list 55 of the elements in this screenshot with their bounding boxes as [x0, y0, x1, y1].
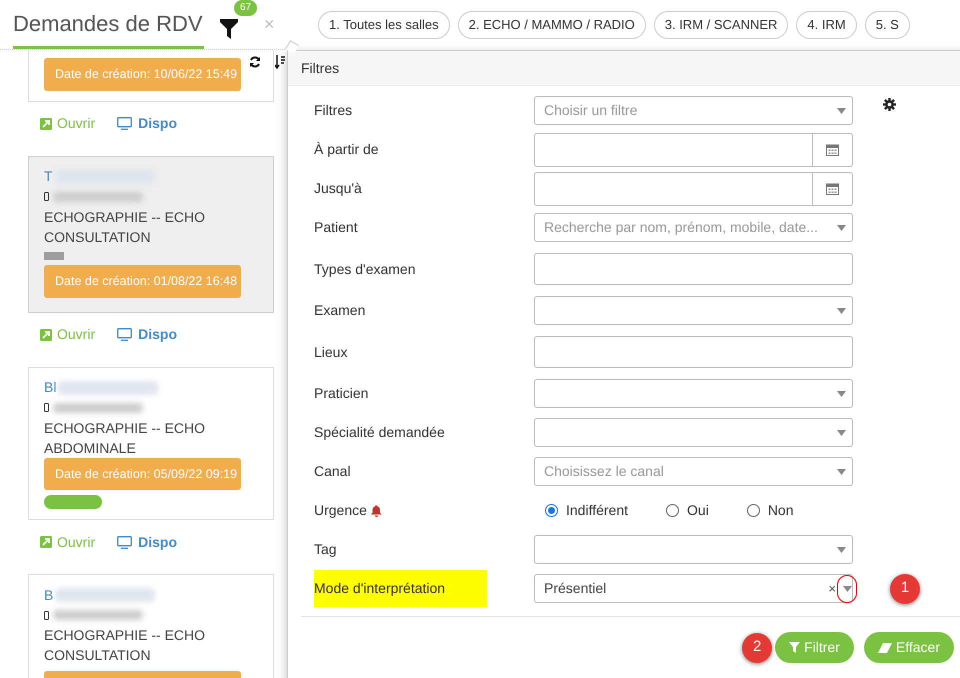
- open-link[interactable]: Ouvrir: [40, 532, 96, 553]
- field-label: Spécialité demandée: [314, 423, 445, 442]
- request-card[interactable]: B ECHOGRAPHIE -- ECHO CONSULTATION: [28, 574, 274, 678]
- field-label: Patient: [314, 218, 358, 237]
- patient-name[interactable]: T: [44, 166, 53, 188]
- room-tab[interactable]: 5. S: [864, 11, 910, 39]
- field-label: Lieux: [314, 342, 348, 362]
- room-tab[interactable]: 1. Toutes les salles: [318, 11, 450, 39]
- dispo-link[interactable]: Dispo: [117, 324, 178, 345]
- dispo-link[interactable]: Dispo: [117, 532, 178, 553]
- field-label: Jusqu'à: [314, 179, 362, 198]
- exam-text: ECHOGRAPHIE -- ECHO CONSULTATION: [44, 208, 206, 247]
- field-label: Filtres: [314, 101, 352, 120]
- count-badge: 67: [234, 0, 258, 16]
- exam-text: ECHOGRAPHIE -- ECHO CONSULTATION: [44, 626, 206, 666]
- close-button[interactable]: ×: [264, 15, 275, 33]
- open-link[interactable]: Ouvrir: [40, 113, 96, 134]
- open-link[interactable]: Ouvrir: [40, 324, 96, 345]
- select-placeholder: Choisir un filtre: [544, 101, 638, 120]
- field-label: Praticien: [314, 384, 368, 403]
- clear-button[interactable]: ×: [828, 578, 836, 598]
- patient-name[interactable]: Bl: [44, 377, 56, 398]
- patient-name[interactable]: B: [44, 584, 54, 606]
- creation-date-badge: Date de création: 10/06/22 15:49: [44, 58, 241, 91]
- select-field[interactable]: Choisissez le canal: [534, 457, 853, 486]
- room-tab[interactable]: 4. IRM: [796, 11, 857, 39]
- select-placeholder: Choisissez le canal: [544, 462, 665, 481]
- creation-date-badge: Date de création: 01/08/22 16:48: [44, 264, 241, 298]
- select-placeholder: Recherche par nom, prénom, mobile, date...: [544, 218, 819, 237]
- select-value: Présentiel: [544, 579, 608, 598]
- select-field[interactable]: Recherche par nom, prénom, mobile, date...: [534, 213, 853, 242]
- radio-option[interactable]: Oui: [666, 500, 709, 521]
- request-card[interactable]: Bl ECHOGRAPHIE -- ECHO ABDOMINALE Date de création: 05/09/22 09:19: [28, 366, 274, 520]
- room-tab[interactable]: 2. ECHO / MAMMO / RADIO: [458, 11, 646, 39]
- request-card[interactable]: T ECHOGRAPHIE -- ECHO CONSULTATION Date de création: 01/08/22 16:48: [28, 156, 274, 312]
- field-label: Mode d'interprétation: [314, 570, 487, 607]
- radio-option[interactable]: Indifférent: [545, 500, 628, 521]
- annotation-badge: 2: [742, 632, 772, 662]
- dispo-link[interactable]: Dispo: [117, 113, 178, 134]
- exam-text: ECHOGRAPHIE -- ECHO ABDOMINALE: [44, 418, 206, 458]
- field-label: Tag: [314, 540, 337, 559]
- field-label: Examen: [314, 301, 366, 320]
- field-label: Types d'examen: [314, 260, 416, 279]
- radio-option[interactable]: Non: [746, 500, 794, 521]
- clear-button[interactable]: Effacer: [864, 632, 954, 663]
- field-label: Urgence: [314, 501, 367, 520]
- field-label: À partir de: [314, 140, 379, 159]
- filter-button[interactable]: Filtrer: [775, 632, 854, 663]
- popover-header: Filtres: [288, 51, 960, 86]
- room-tab[interactable]: 3. IRM / SCANNER: [654, 11, 788, 39]
- select-field[interactable]: Choisir un filtre: [534, 96, 853, 125]
- annotation-badge: 1: [890, 574, 920, 604]
- request-card[interactable]: Date de création: 10/06/22 15:49: [28, 50, 274, 102]
- field-label: Canal: [314, 462, 351, 481]
- creation-date-badge: Date de création: 05/09/22 09:19: [44, 458, 241, 490]
